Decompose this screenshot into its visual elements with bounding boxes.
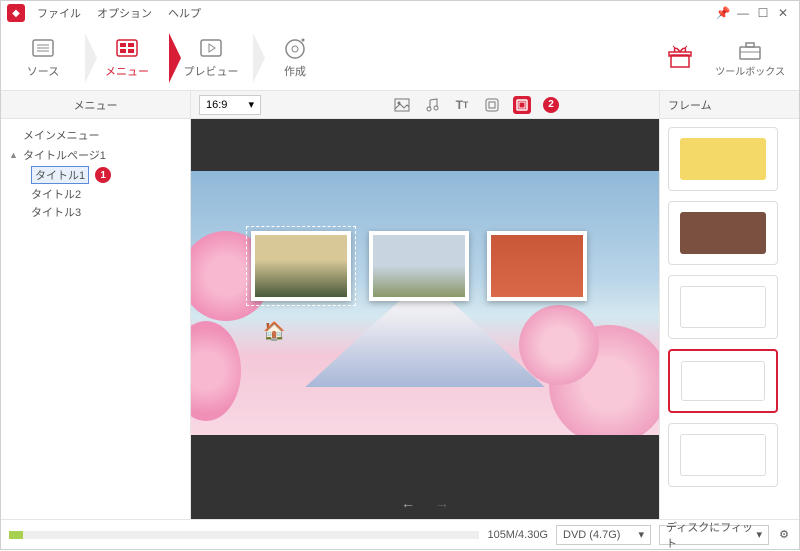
gift-icon	[667, 45, 693, 69]
close-button[interactable]: ✕	[773, 6, 793, 20]
step-menu-label: メニュー	[105, 63, 149, 79]
step-preview[interactable]: プレビュー	[169, 25, 253, 91]
create-icon	[282, 37, 308, 59]
frame-tool-icon[interactable]	[513, 96, 531, 114]
prev-arrow[interactable]: ←	[401, 495, 415, 511]
music-tool-icon[interactable]	[423, 96, 441, 114]
frames-panel	[659, 119, 799, 519]
subheader: メニュー 16:9 ▾ TT 2 フレーム	[1, 91, 799, 119]
toolbox-button[interactable]: ツールボックス	[715, 37, 785, 78]
aspect-ratio-select[interactable]: 16:9 ▾	[199, 95, 261, 115]
frame-option-0[interactable]	[668, 127, 778, 191]
menu-canvas[interactable]: 🏠	[191, 171, 659, 434]
app-logo: ◆	[7, 4, 25, 22]
disc-usage-text: 105M/4.30G	[487, 529, 548, 541]
step-create[interactable]: 作成	[253, 25, 337, 91]
text-tool-icon[interactable]: TT	[453, 96, 471, 114]
next-arrow[interactable]: →	[435, 495, 449, 511]
sidebar-tree: メインメニュー ▲タイトルページ1 タイトル1 1 タイトル2 タイトル3	[1, 119, 191, 519]
annotation-badge-1: 1	[95, 167, 111, 183]
menu-icon	[114, 37, 140, 59]
gift-button[interactable]	[667, 45, 693, 71]
sidebar-header: メニュー	[1, 91, 191, 118]
settings-icon[interactable]: ⚙	[777, 528, 791, 541]
thumbnail-1[interactable]	[251, 231, 351, 301]
frame-option-4[interactable]	[668, 423, 778, 487]
chevron-down-icon: ▾	[638, 528, 644, 541]
home-icon[interactable]: 🏠	[263, 321, 285, 342]
menu-file[interactable]: ファイル	[37, 5, 81, 21]
step-source[interactable]: ソース	[1, 25, 85, 91]
main: メインメニュー ▲タイトルページ1 タイトル1 1 タイトル2 タイトル3 🏠	[1, 119, 799, 519]
pin-icon[interactable]: 📌	[713, 6, 733, 20]
toolbar: ソース メニュー プレビュー 作成 ツールボックス	[1, 25, 799, 91]
menu-help[interactable]: ヘルプ	[168, 5, 201, 21]
frame-option-1[interactable]	[668, 201, 778, 265]
minimize-button[interactable]: —	[733, 6, 753, 20]
disc-usage-bar	[9, 531, 479, 539]
maximize-button[interactable]: ☐	[753, 6, 773, 20]
frames-header: フレーム	[659, 91, 799, 118]
thumbnail-2[interactable]	[369, 231, 469, 301]
toolbox-icon	[737, 37, 763, 61]
preview-icon	[198, 37, 224, 59]
step-source-label: ソース	[27, 63, 59, 79]
chapter-tool-icon[interactable]	[483, 96, 501, 114]
tree-main-menu[interactable]: メインメニュー	[5, 125, 186, 145]
image-tool-icon[interactable]	[393, 96, 411, 114]
thumbnail-3[interactable]	[487, 231, 587, 301]
step-create-label: 作成	[284, 63, 306, 79]
chevron-down-icon: ▾	[756, 528, 762, 541]
annotation-badge-2: 2	[543, 97, 559, 113]
tree-title-2[interactable]: タイトル2	[31, 185, 186, 203]
tree-title-page[interactable]: ▲タイトルページ1	[5, 145, 186, 165]
titlebar: ◆ ファイル オプション ヘルプ 📌 — ☐ ✕	[1, 1, 799, 25]
frame-option-2[interactable]	[668, 275, 778, 339]
tree-title-3[interactable]: タイトル3	[31, 203, 186, 221]
step-menu[interactable]: メニュー	[85, 25, 169, 91]
preview-area: 🏠 ← →	[191, 119, 659, 519]
menu-option[interactable]: オプション	[97, 5, 152, 21]
frame-option-3[interactable]	[668, 349, 778, 413]
chevron-down-icon: ▾	[248, 98, 254, 111]
canvas-wrap: 🏠	[191, 119, 659, 487]
source-icon	[30, 37, 56, 59]
fit-select[interactable]: ディスクにフィット▾	[659, 525, 769, 545]
step-preview-label: プレビュー	[184, 63, 239, 79]
statusbar: 105M/4.30G DVD (4.7G)▾ ディスクにフィット▾ ⚙	[1, 519, 799, 549]
nav-arrows: ← →	[191, 487, 659, 519]
disc-type-select[interactable]: DVD (4.7G)▾	[556, 525, 651, 545]
tree-title-1[interactable]: タイトル1 1	[31, 165, 186, 185]
